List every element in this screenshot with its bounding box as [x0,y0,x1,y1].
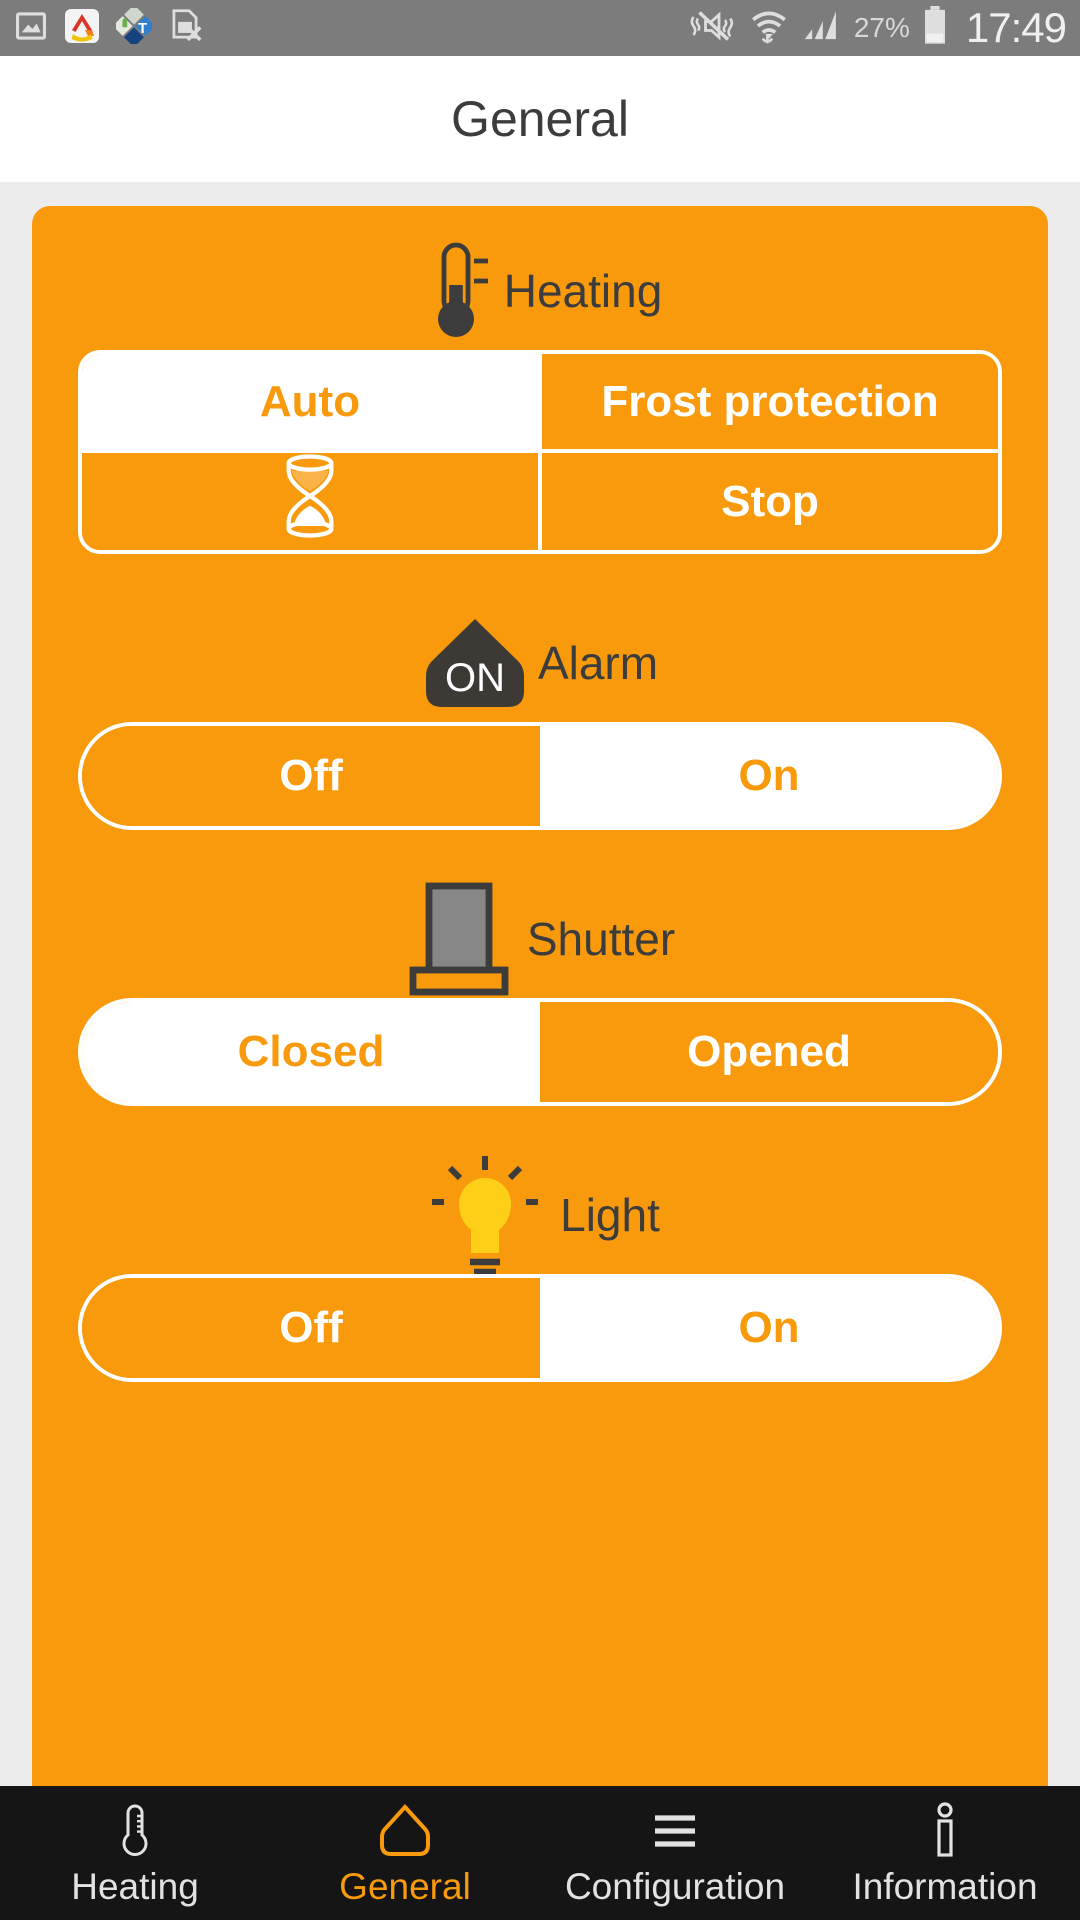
light-segmented-control[interactable]: Off On [78,1274,1002,1382]
home-app-icon [64,8,100,49]
shutter-icon [405,880,517,998]
status-bar: T 27% 17:49 [0,0,1080,56]
shutter-option-opened[interactable]: Opened [540,1002,998,1102]
section-label-shutter: Shutter [526,913,676,965]
section-header-heating: Heating [32,232,1048,350]
info-icon [930,1802,960,1860]
section-label-light: Light [560,1189,660,1241]
thermometer-outline-icon [113,1802,157,1860]
shutter-segmented-control[interactable]: Closed Opened [78,998,1002,1106]
alarm-option-on[interactable]: On [540,726,998,826]
status-bar-clock: 17:49 [965,4,1067,51]
no-sim-card-icon [168,8,202,49]
nav-item-general[interactable]: General [270,1786,540,1920]
alarm-control-wrapper: Off On [78,722,1002,830]
alarm-option-off[interactable]: Off [82,726,540,826]
svg-text:T: T [138,20,147,37]
heating-option-auto[interactable]: Auto [82,354,540,451]
nav-item-configuration[interactable]: Configuration [540,1786,810,1920]
nav-label-information: Information [852,1866,1038,1907]
light-option-off[interactable]: Off [82,1278,540,1378]
alarm-house-on-icon: ON [422,613,528,713]
heating-option-stop[interactable]: Stop [540,451,998,550]
nav-item-heating[interactable]: Heating [0,1786,270,1920]
section-header-shutter: Shutter [32,880,1048,998]
light-bulb-icon [420,1150,550,1280]
cellular-signal-icon [802,8,842,49]
battery-icon [922,5,948,51]
bottom-navigation-bar: Heating General Configuration Informatio… [0,1786,1080,1920]
section-label-heating: Heating [503,265,663,317]
heating-control-wrapper: Auto Frost protection Stop [78,350,1002,554]
main-content: Heating Auto Frost protection Stop ON Al… [0,182,1080,1830]
light-control-wrapper: Off On [78,1274,1002,1382]
shutter-control-wrapper: Closed Opened [78,998,1002,1106]
page-title: General [451,91,629,147]
mute-vibrate-icon [690,8,736,49]
battery-percent-label: 27% [853,12,910,43]
nav-label-heating: Heating [71,1866,199,1907]
nav-item-information[interactable]: Information [810,1786,1080,1920]
shutter-option-closed[interactable]: Closed [82,1002,540,1102]
heating-segmented-control[interactable]: Auto Frost protection Stop [78,350,1002,554]
android-tc-app-icon: T [112,4,156,49]
section-header-light: Light [32,1156,1048,1276]
wifi-icon [748,7,790,50]
nav-label-configuration: Configuration [564,1866,786,1907]
hamburger-menu-icon [649,1802,701,1860]
status-bar-left-icons: T [14,4,690,49]
gallery-image-icon [14,9,48,48]
heating-option-frost-protection[interactable]: Frost protection [540,354,998,451]
status-bar-right-icons: 27% 17:49 [690,4,1067,52]
home-outline-icon [379,1802,431,1860]
nav-label-general: General [339,1866,471,1907]
svg-text:ON: ON [445,656,505,700]
general-controls-card: Heating Auto Frost protection Stop ON Al… [32,206,1048,1806]
hourglass-icon [279,453,341,550]
alarm-segmented-control[interactable]: Off On [78,722,1002,830]
section-header-alarm: ON Alarm [32,604,1048,722]
app-title-bar: General [0,56,1080,182]
light-option-on[interactable]: On [540,1278,998,1378]
section-label-alarm: Alarm [537,637,659,689]
thermometer-icon [418,237,494,345]
heating-option-timer[interactable] [82,451,540,550]
